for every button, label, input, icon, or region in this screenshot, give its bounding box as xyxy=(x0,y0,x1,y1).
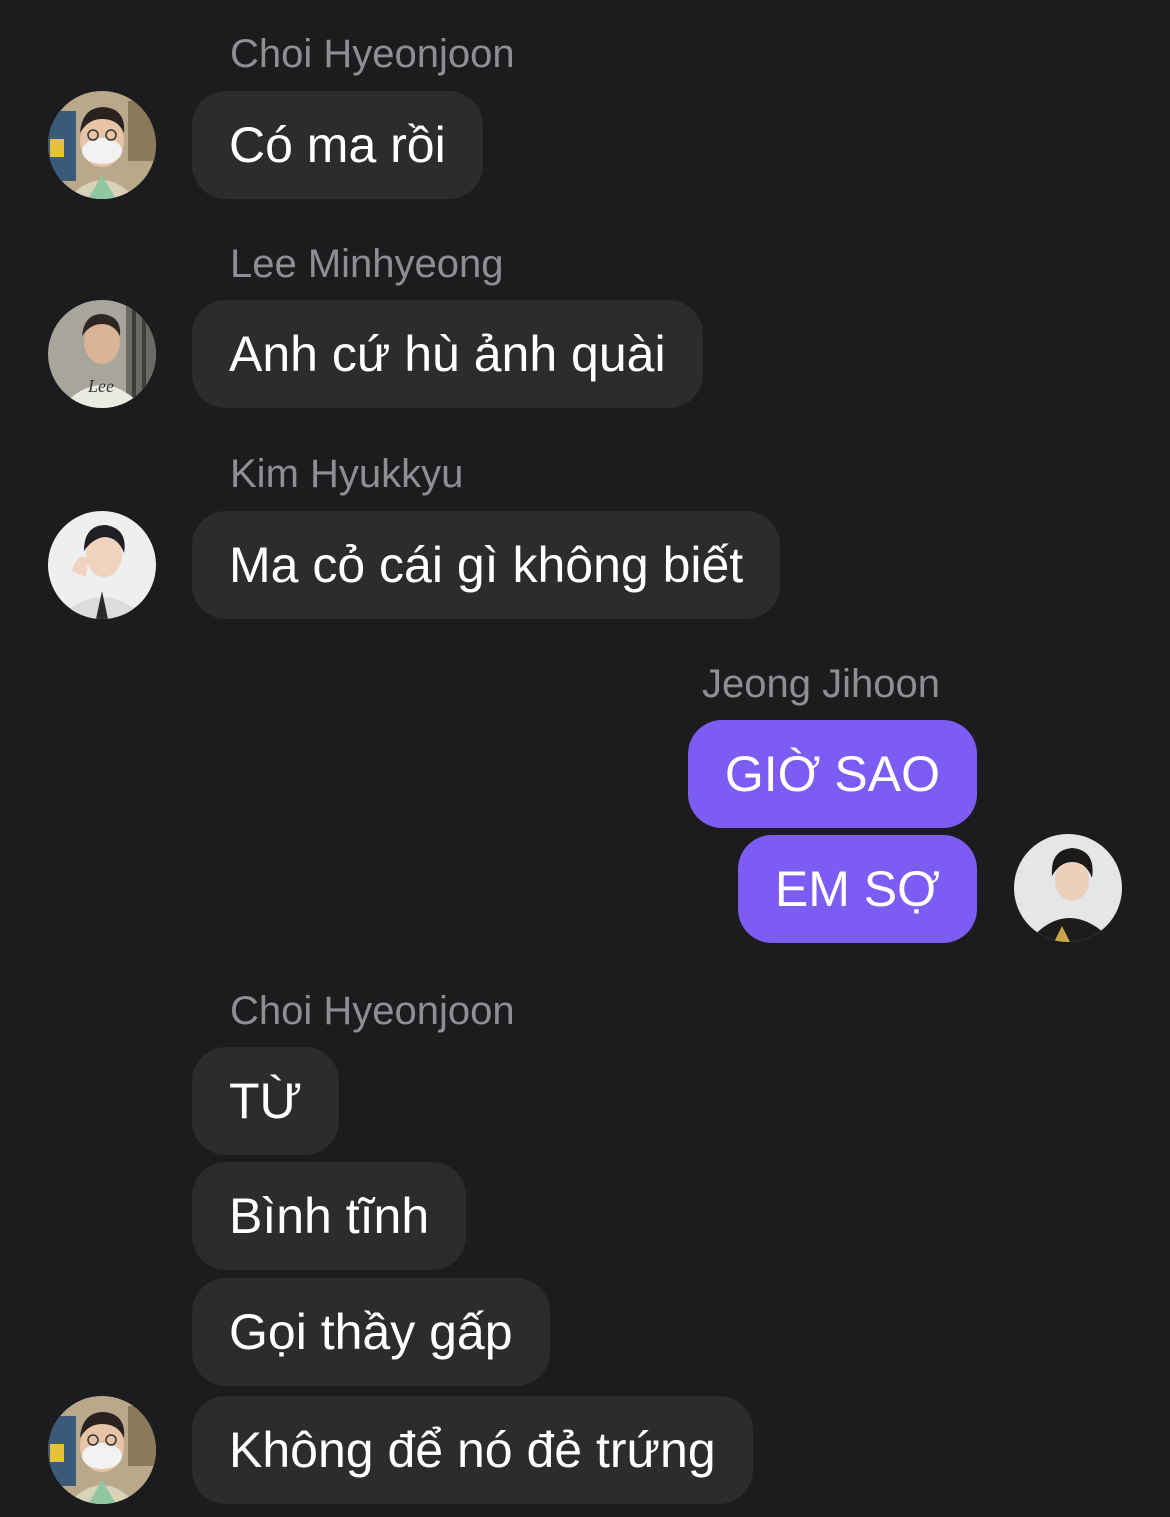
sender-name: Choi Hyeonjoon xyxy=(230,32,515,76)
avatar-choi-hyeonjoon[interactable] xyxy=(48,91,156,199)
chat-thread: Choi Hyeonjoon Có ma rồi Lee Minhyeong L… xyxy=(0,0,1170,1517)
avatar-choi-hyeonjoon[interactable] xyxy=(48,1396,156,1504)
message-bubble[interactable]: Anh cứ hù ảnh quài xyxy=(192,300,703,408)
message-bubble[interactable]: Gọi thầy gấp xyxy=(192,1278,550,1386)
avatar-jeong-jihoon[interactable] xyxy=(1014,834,1122,942)
avatar-lee-minhyeong[interactable]: Lee xyxy=(48,300,156,408)
message-bubble[interactable]: Ma cỏ cái gì không biết xyxy=(192,511,781,619)
sender-name: Lee Minhyeong xyxy=(230,242,504,286)
message-bubble[interactable]: Có ma rồi xyxy=(192,91,483,199)
sender-name: Jeong Jihoon xyxy=(702,662,940,706)
svg-text:Lee: Lee xyxy=(87,376,114,396)
message-bubble-outgoing[interactable]: GIỜ SAO xyxy=(687,720,977,828)
sender-name: Kim Hyukkyu xyxy=(230,452,464,496)
sender-name: Choi Hyeonjoon xyxy=(230,989,515,1033)
message-bubble[interactable]: Không để nó đẻ trứng xyxy=(192,1396,753,1504)
message-bubble[interactable]: Bình tĩnh xyxy=(192,1162,467,1270)
message-bubble[interactable]: TỪ xyxy=(192,1047,340,1155)
message-bubble-outgoing[interactable]: EM SỢ xyxy=(737,835,977,943)
avatar-kim-hyukkyu[interactable] xyxy=(48,511,156,619)
